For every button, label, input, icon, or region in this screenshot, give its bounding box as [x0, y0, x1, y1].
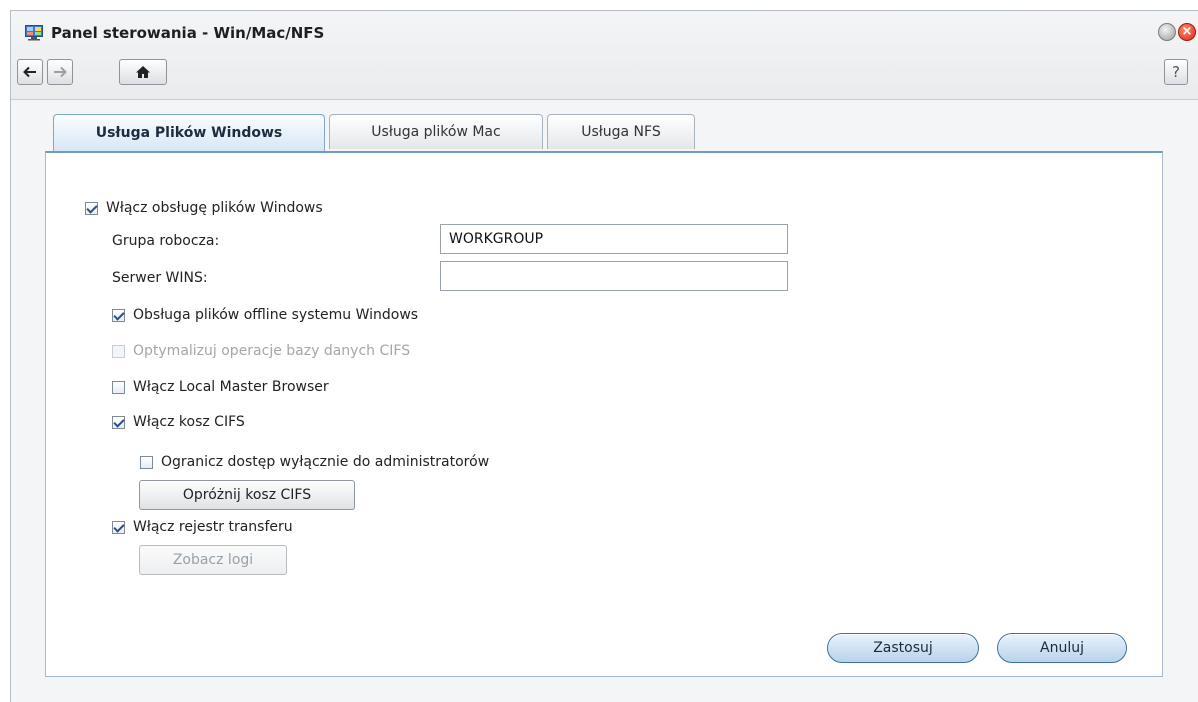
cifs-recycle-row[interactable]: Włącz kosz CIFS [112, 411, 245, 433]
enable-windows-row[interactable]: Włącz obsługę plików Windows [85, 197, 323, 219]
close-button[interactable]: × [1178, 23, 1196, 41]
local-master-checkbox[interactable] [112, 380, 125, 394]
arrow-left-icon [23, 66, 36, 78]
cifs-recycle-checkbox[interactable] [112, 415, 125, 429]
wins-server-input[interactable] [440, 261, 788, 291]
tab-mac-file-service[interactable]: Usługa plików Mac [329, 114, 543, 149]
tab-nfs-service[interactable]: Usługa NFS [547, 114, 695, 149]
local-master-row[interactable]: Włącz Local Master Browser [112, 376, 329, 398]
transfer-log-label: Włącz rejestr transferu [133, 519, 293, 535]
apply-button[interactable]: Zastosuj [827, 633, 979, 663]
transfer-log-checkbox[interactable] [112, 520, 125, 534]
back-button[interactable] [17, 59, 43, 85]
restrict-admin-row[interactable]: Ogranicz dostęp wyłącznie do administrat… [140, 451, 489, 473]
cifs-recycle-label: Włącz kosz CIFS [133, 414, 245, 430]
workgroup-label: Grupa robocza: [112, 233, 220, 249]
workgroup-input[interactable] [440, 224, 788, 254]
restrict-admin-label: Ogranicz dostęp wyłącznie do administrat… [161, 454, 490, 470]
home-button[interactable] [119, 59, 167, 85]
enable-windows-checkbox[interactable] [85, 201, 98, 215]
title-bar: Panel sterowania - Win/Mac/NFS × ? [11, 11, 1198, 100]
control-panel-window: Panel sterowania - Win/Mac/NFS × ? Usług… [10, 10, 1198, 702]
offline-files-row[interactable]: Obsługa plików offline systemu Windows [112, 304, 418, 326]
help-button[interactable]: ? [1164, 59, 1188, 85]
tab-windows-file-service[interactable]: Usługa Plików Windows [53, 114, 325, 151]
wins-server-label: Serwer WINS: [112, 270, 208, 286]
cancel-button[interactable]: Anuluj [997, 633, 1127, 663]
optimize-cifs-label: Optymalizuj operacje bazy danych CIFS [133, 343, 411, 359]
home-icon [136, 66, 150, 78]
view-logs-button[interactable]: Zobacz logi [139, 545, 287, 575]
optimize-cifs-row: Optymalizuj operacje bazy danych CIFS [112, 340, 410, 362]
offline-files-checkbox[interactable] [112, 308, 125, 322]
control-panel-icon [25, 25, 43, 41]
empty-recycle-button[interactable]: Opróżnij kosz CIFS [139, 480, 355, 510]
arrow-right-icon [54, 66, 67, 78]
enable-windows-label: Włącz obsługę plików Windows [106, 200, 323, 216]
window-title: Panel sterowania - Win/Mac/NFS [51, 24, 325, 42]
restrict-admin-checkbox[interactable] [140, 455, 153, 469]
forward-button[interactable] [47, 59, 73, 85]
settings-panel: Włącz obsługę plików Windows Grupa roboc… [45, 151, 1163, 677]
offline-files-label: Obsługa plików offline systemu Windows [133, 307, 419, 323]
transfer-log-row[interactable]: Włącz rejestr transferu [112, 516, 293, 538]
local-master-label: Włącz Local Master Browser [133, 379, 329, 395]
minimize-button[interactable] [1158, 23, 1176, 41]
optimize-cifs-checkbox [112, 344, 125, 358]
